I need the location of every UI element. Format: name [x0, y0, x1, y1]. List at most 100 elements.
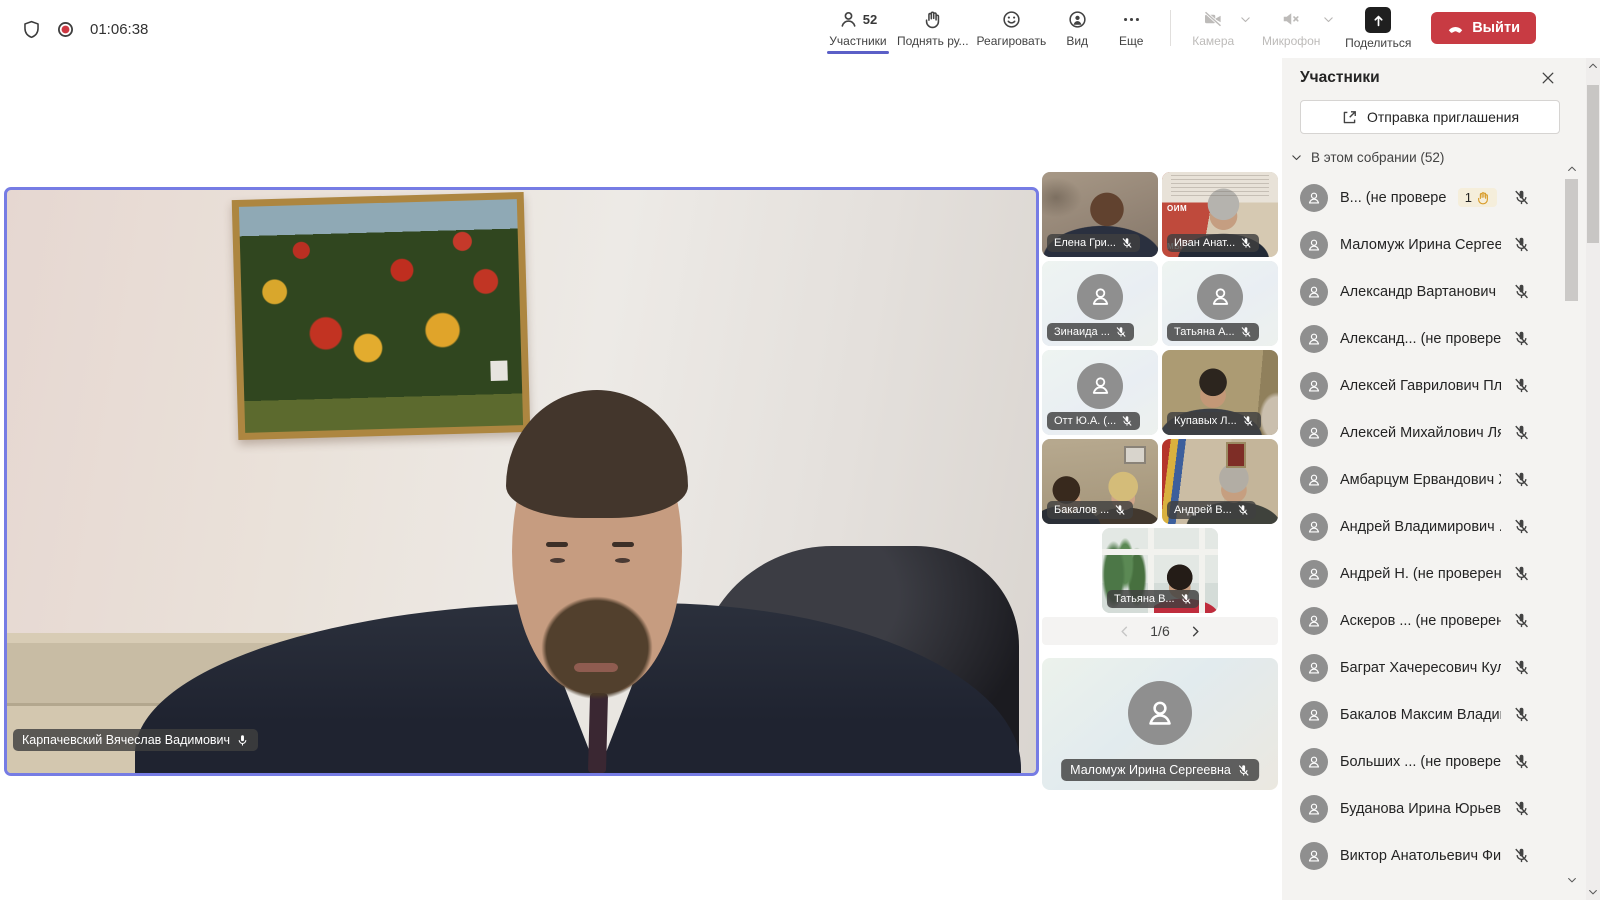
avatar — [1300, 419, 1328, 447]
participant-row[interactable]: Александр Вартанович Ч... — [1300, 268, 1530, 315]
participants-button[interactable]: 52 Участники — [827, 7, 889, 54]
mic-muted-icon[interactable] — [1513, 330, 1530, 347]
pinned-name: Маломуж Ирина Сергеевна — [1070, 763, 1231, 777]
tile-name: Отт Ю.А. (... — [1054, 415, 1116, 427]
mic-muted-icon[interactable] — [1513, 377, 1530, 394]
scrollbar-thumb[interactable] — [1565, 179, 1578, 301]
send-invite-label: Отправка приглашения — [1367, 109, 1519, 125]
participant-row[interactable]: Баграт Хачересович Куль... — [1300, 644, 1530, 691]
avatar — [1300, 513, 1328, 541]
mic-muted-icon[interactable] — [1513, 753, 1530, 770]
close-icon[interactable] — [1536, 66, 1560, 90]
video-tile[interactable]: Бакалов ... — [1042, 439, 1158, 524]
video-tile[interactable]: Купавых Л... — [1162, 350, 1278, 435]
mic-muted-icon[interactable] — [1513, 189, 1530, 206]
react-button[interactable]: Реагировать — [977, 7, 1047, 48]
mic-muted-icon — [1237, 764, 1250, 777]
mic-muted-icon[interactable] — [1513, 847, 1530, 864]
participant-row[interactable]: В... (не проверено) 1 — [1300, 174, 1530, 221]
mic-muted-icon[interactable] — [1513, 800, 1530, 817]
scroll-up-icon[interactable] — [1565, 163, 1578, 175]
participant-row[interactable]: Алексей Михайлович Ля... — [1300, 409, 1530, 456]
more-button[interactable]: Еще — [1108, 7, 1154, 48]
mic-muted-icon[interactable] — [1513, 612, 1530, 629]
mic-muted-icon[interactable] — [1513, 236, 1530, 253]
tile-name: Татьяна А... — [1174, 326, 1235, 338]
tile-name-label: Татьяна А... — [1167, 323, 1259, 341]
participants-count: 52 — [863, 12, 877, 27]
raise-hand-button[interactable]: Поднять ру... — [897, 7, 969, 48]
avatar — [1300, 701, 1328, 729]
active-speaker-video[interactable]: Карпачевский Вячеслав Вадимович — [4, 187, 1039, 776]
send-invite-button[interactable]: Отправка приглашения — [1300, 100, 1560, 134]
participant-row[interactable]: Амбарцум Ервандович Х... — [1300, 456, 1530, 503]
video-tile[interactable]: Татьяна А... — [1162, 261, 1278, 346]
video-tile[interactable]: Отт Ю.А. (... — [1042, 350, 1158, 435]
video-tile[interactable]: Елена Гри... — [1042, 172, 1158, 257]
raised-hand-badge: 1 — [1458, 188, 1497, 207]
pinned-participant-tile[interactable]: Маломуж Ирина Сергеевна — [1042, 658, 1278, 790]
participant-name: Андрей Владимирович ... — [1340, 519, 1501, 535]
camera-button[interactable]: Камера — [1187, 7, 1239, 48]
speaker-eye — [550, 558, 565, 563]
participant-row[interactable]: Бакалов Максим Владим... — [1300, 691, 1530, 738]
hangup-icon — [1447, 20, 1464, 37]
video-tile[interactable]: Зинаида ... — [1042, 261, 1158, 346]
mic-muted-icon[interactable] — [1513, 518, 1530, 535]
participant-row[interactable]: Андрей Н. (не проверено) — [1300, 550, 1530, 597]
video-tile[interactable]: Андрей В... — [1162, 439, 1278, 524]
scrollbar-thumb[interactable] — [1587, 85, 1599, 243]
avatar — [1197, 274, 1243, 320]
video-tile[interactable]: Татьяна В... — [1102, 528, 1218, 613]
mic-muted-icon[interactable] — [1513, 706, 1530, 723]
pager-prev-icon[interactable] — [1117, 624, 1132, 639]
speaker-eye — [615, 558, 630, 563]
tile-name-label: Зинаида ... — [1047, 323, 1134, 341]
mic-muted-icon[interactable] — [1513, 283, 1530, 300]
microphone-options-chevron-icon[interactable] — [1322, 13, 1335, 26]
participant-row[interactable]: Аскеров ... (не проверено) — [1300, 597, 1530, 644]
avatar — [1077, 363, 1123, 409]
video-tile[interactable]: ОИММЫ Иван Анат... — [1162, 172, 1278, 257]
camera-options-chevron-icon[interactable] — [1239, 13, 1252, 26]
participant-row[interactable]: Виктор Анатольевич Фи... — [1300, 832, 1530, 879]
avatar — [1300, 560, 1328, 588]
scroll-down-icon[interactable] — [1586, 886, 1600, 898]
tile-name: Зинаида ... — [1054, 326, 1110, 338]
participant-row[interactable]: Маломуж Ирина Сергее... — [1300, 221, 1530, 268]
scroll-up-icon[interactable] — [1586, 60, 1600, 72]
mic-muted-icon[interactable] — [1513, 424, 1530, 441]
participant-name: Алексей Гаврилович Плу... — [1340, 378, 1501, 394]
participant-row[interactable]: Буданова Ирина Юрьевна — [1300, 785, 1530, 832]
speaker-name-label: Карпачевский Вячеслав Вадимович — [13, 729, 258, 751]
mic-muted-icon[interactable] — [1513, 659, 1530, 676]
mic-muted-icon[interactable] — [1513, 565, 1530, 582]
scroll-down-icon[interactable] — [1565, 874, 1578, 886]
pager-next-icon[interactable] — [1188, 624, 1203, 639]
participant-row[interactable]: Больших ... (не проверено) — [1300, 738, 1530, 785]
participant-row[interactable]: Андрей Владимирович ... — [1300, 503, 1530, 550]
tile-pager: 1/6 — [1042, 617, 1278, 645]
raised-hand-count: 1 — [1465, 190, 1472, 205]
participant-list-scrollbar — [1565, 163, 1578, 886]
participant-name: Аскеров ... (не проверено) — [1340, 613, 1501, 629]
leave-button[interactable]: Выйти — [1431, 12, 1536, 44]
toolbar-divider — [1170, 10, 1171, 46]
avatar — [1300, 231, 1328, 259]
speaker-tie — [588, 693, 608, 773]
more-label: Еще — [1119, 34, 1143, 48]
view-button[interactable]: Вид — [1054, 7, 1100, 48]
share-button[interactable]: Поделиться — [1343, 7, 1413, 50]
in-meeting-section-header[interactable]: В этом собрании (52) — [1290, 150, 1444, 165]
shield-icon[interactable] — [22, 20, 41, 39]
participant-name: Виктор Анатольевич Фи... — [1340, 848, 1501, 864]
speaker-brow — [546, 542, 568, 547]
avatar — [1300, 184, 1328, 212]
speaker-name: Карпачевский Вячеслав Вадимович — [22, 733, 230, 747]
speaker-head — [512, 398, 682, 693]
mic-muted-icon[interactable] — [1513, 471, 1530, 488]
recording-indicator-icon — [57, 21, 74, 38]
microphone-button[interactable]: Микрофон — [1260, 7, 1322, 48]
participant-row[interactable]: Алексей Гаврилович Плу... — [1300, 362, 1530, 409]
participant-row[interactable]: Александ... (не проверено) — [1300, 315, 1530, 362]
